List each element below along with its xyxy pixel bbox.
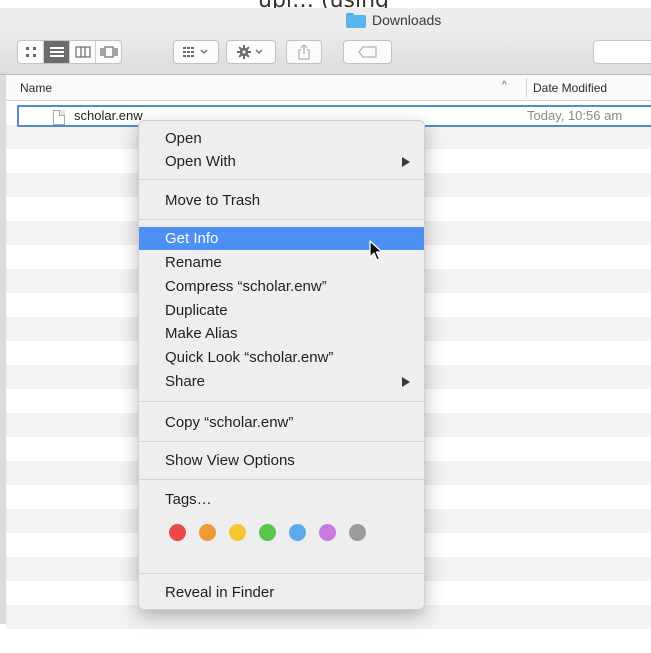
search-field[interactable] (593, 40, 651, 64)
title-bar: Downloads (0, 8, 651, 32)
file-name: scholar.enw (74, 108, 143, 123)
icon-view-icon (25, 47, 36, 57)
folder-icon (346, 12, 366, 28)
tag-color-row (169, 524, 369, 542)
menu-item-label: Get Info (165, 230, 219, 247)
column-view-icon (74, 46, 91, 58)
window-title-group: Downloads (346, 10, 441, 30)
submenu-arrow-icon (402, 377, 410, 387)
cover-flow-icon (99, 46, 118, 58)
toolbar (0, 32, 651, 75)
tag-color-dot[interactable] (259, 524, 276, 541)
share-button[interactable] (286, 40, 322, 64)
tag-color-dot[interactable] (349, 524, 366, 541)
menu-item-label: Rename (165, 254, 222, 271)
column-header: Name ^ Date Modified (6, 75, 651, 101)
arrange-grid-icon (183, 47, 208, 57)
menu-item-label: Compress “scholar.enw” (165, 278, 327, 295)
menu-item-label: Make Alias (165, 325, 238, 342)
submenu-arrow-icon (402, 157, 410, 167)
tag-color-dot[interactable] (199, 524, 216, 541)
menu-item-label: Show View Options (165, 452, 295, 469)
tag-color-dot[interactable] (289, 524, 306, 541)
tag-button[interactable] (343, 40, 392, 64)
tag-icon (357, 46, 377, 58)
icon-view-button[interactable] (18, 41, 44, 63)
column-view-button[interactable] (70, 41, 96, 63)
column-divider[interactable] (526, 78, 527, 97)
menu-item-quick-look[interactable]: Quick Look “scholar.enw” (139, 346, 424, 369)
mouse-pointer-icon (369, 240, 383, 261)
menu-item-label: Share (165, 373, 206, 390)
menu-item-tags[interactable]: Tags… (139, 488, 424, 511)
caption-fragment: upl… (using (258, 0, 389, 8)
sort-ascending-icon: ^ (502, 80, 507, 91)
context-menu: Open Open With Move to Trash Get Info Re… (138, 120, 425, 610)
menu-separator (139, 573, 424, 574)
menu-item-show-view-options[interactable]: Show View Options (139, 449, 424, 472)
menu-item-open-with[interactable]: Open With (139, 150, 424, 173)
menu-item-compress[interactable]: Compress “scholar.enw” (139, 275, 424, 298)
window-title: Downloads (372, 12, 442, 28)
gear-icon (237, 45, 263, 59)
menu-separator (139, 219, 424, 220)
menu-separator (139, 401, 424, 402)
share-icon (298, 44, 310, 60)
cover-flow-button[interactable] (96, 41, 121, 63)
menu-item-label: Reveal in Finder (165, 584, 275, 601)
menu-item-copy[interactable]: Copy “scholar.enw” (139, 411, 424, 434)
action-button[interactable] (226, 40, 276, 64)
tag-color-dot[interactable] (169, 524, 186, 541)
menu-item-share[interactable]: Share (139, 370, 424, 393)
tag-color-dot[interactable] (319, 524, 336, 541)
menu-item-label: Duplicate (165, 302, 228, 319)
menu-item-label: Open (165, 130, 202, 147)
menu-item-duplicate[interactable]: Duplicate (139, 299, 424, 322)
tag-color-dot[interactable] (229, 524, 246, 541)
menu-item-reveal-in-finder[interactable]: Reveal in Finder (139, 581, 424, 604)
menu-item-label: Open With (165, 153, 236, 170)
view-mode-segmented-control (17, 40, 122, 64)
menu-separator (139, 179, 424, 180)
menu-item-label: Move to Trash (165, 192, 261, 209)
file-date-modified: Today, 10:56 am (527, 108, 623, 123)
menu-item-label: Copy “scholar.enw” (165, 414, 294, 431)
menu-item-label: Tags… (165, 491, 212, 508)
list-row (6, 629, 651, 653)
menu-item-move-to-trash[interactable]: Move to Trash (139, 189, 424, 212)
caption-strip: upl… (using (0, 0, 651, 8)
menu-item-open[interactable]: Open (139, 127, 424, 150)
menu-item-label: Quick Look “scholar.enw” (165, 349, 334, 366)
document-icon (53, 110, 65, 125)
date-modified-column-header[interactable]: Date Modified (533, 81, 607, 95)
menu-separator (139, 441, 424, 442)
list-view-icon (49, 47, 64, 57)
menu-separator (139, 479, 424, 480)
name-column-header[interactable]: Name (20, 81, 52, 95)
list-view-button[interactable] (44, 41, 70, 63)
arrange-button[interactable] (173, 40, 219, 64)
menu-item-make-alias[interactable]: Make Alias (139, 322, 424, 345)
